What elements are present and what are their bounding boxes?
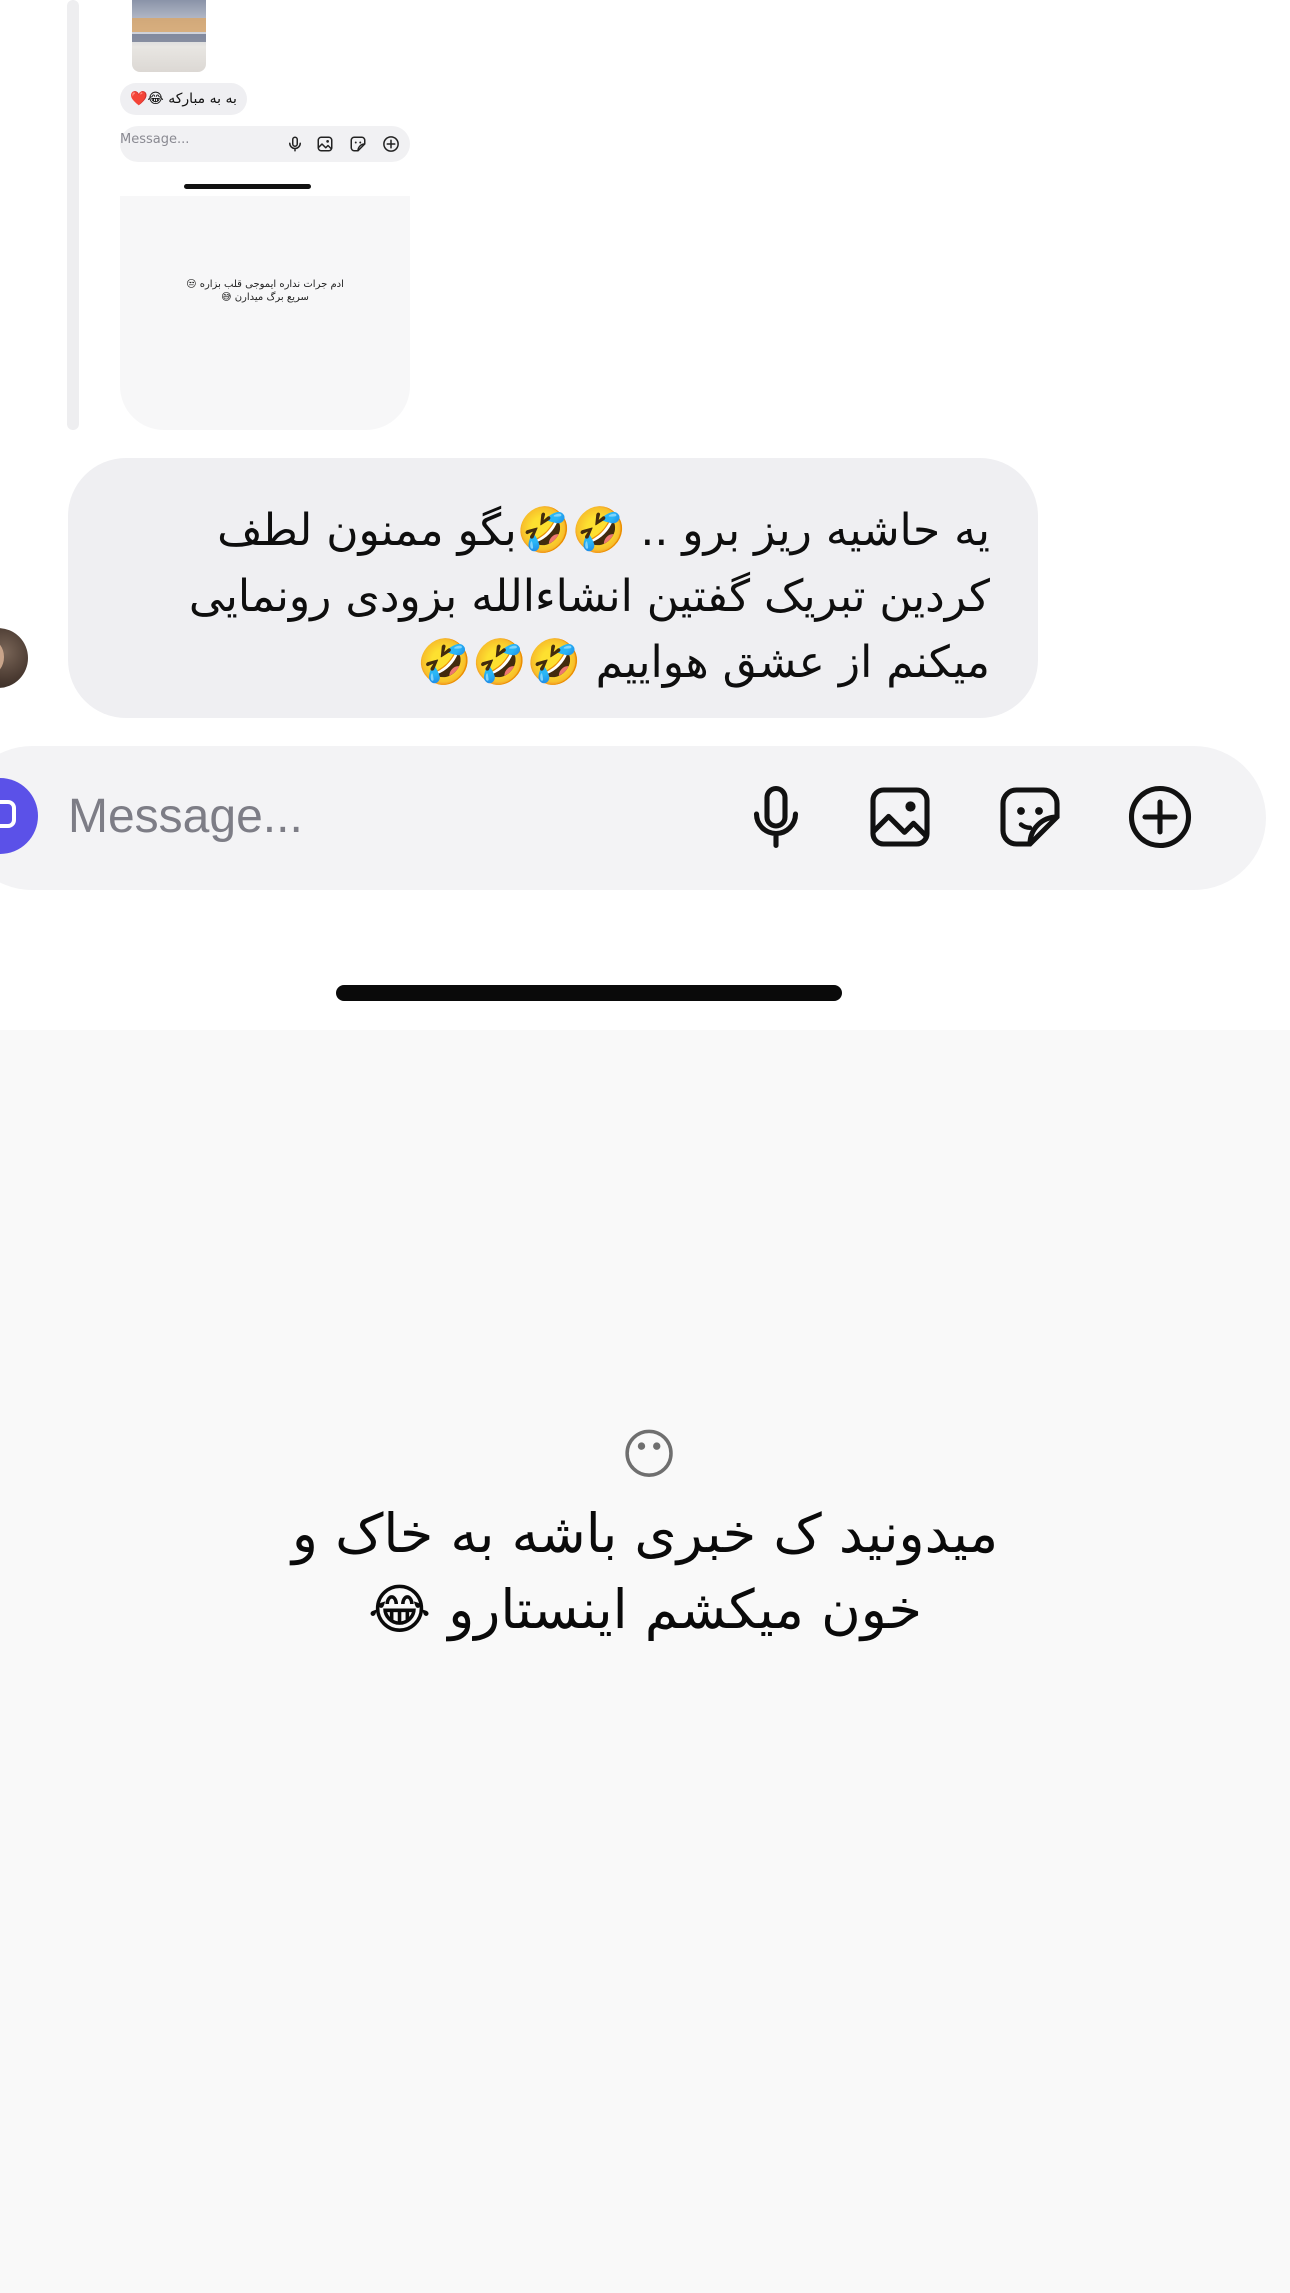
message-bubble[interactable]: یه حاشیه ریز برو .. 🤣🤣بگو ممنون لطف کردی…: [68, 458, 1038, 718]
preview-composer: Message...: [120, 126, 410, 162]
preview-home-indicator: [184, 184, 311, 189]
story-emoji: 😶: [620, 1423, 678, 1486]
chat-area: به به مبارکه 😂❤️ Message... ادم جرات ندا…: [0, 0, 1290, 1030]
reply-quote-bar: [67, 0, 79, 430]
sender-avatar[interactable]: [0, 628, 28, 688]
preview-message-bubble: به به مبارکه 😂❤️: [120, 83, 247, 115]
preview-story-text: ادم جرات نداره ایموجی قلب بزاره 😒 سریع ب…: [186, 279, 344, 303]
image-icon[interactable]: [864, 781, 936, 853]
message-input[interactable]: [68, 782, 668, 852]
add-icon[interactable]: [1124, 781, 1196, 853]
message-text: یه حاشیه ریز برو .. 🤣🤣بگو ممنون لطف کردی…: [188, 505, 990, 688]
camera-icon: [0, 800, 16, 828]
thumbnail-detail: [132, 18, 206, 32]
avatar-face: [0, 640, 4, 674]
story-area: [0, 1030, 1290, 2293]
preview-image-thumbnail[interactable]: [132, 0, 206, 72]
preview-story-reply[interactable]: ادم جرات نداره ایموجی قلب بزاره 😒 سریع ب…: [120, 196, 410, 430]
microphone-icon[interactable]: [740, 781, 812, 853]
preview-composer-placeholder: Message...: [120, 132, 190, 147]
add-icon: [383, 136, 399, 152]
sticker-icon: [350, 136, 366, 152]
image-icon: [317, 136, 333, 152]
sticker-icon[interactable]: [994, 781, 1066, 853]
story-caption: میدونید ک خبری باشه به خاک و خون میکشم ا…: [291, 1502, 999, 1641]
thumbnail-detail: [132, 34, 206, 42]
home-indicator: [336, 985, 842, 1001]
microphone-icon: [289, 136, 301, 152]
